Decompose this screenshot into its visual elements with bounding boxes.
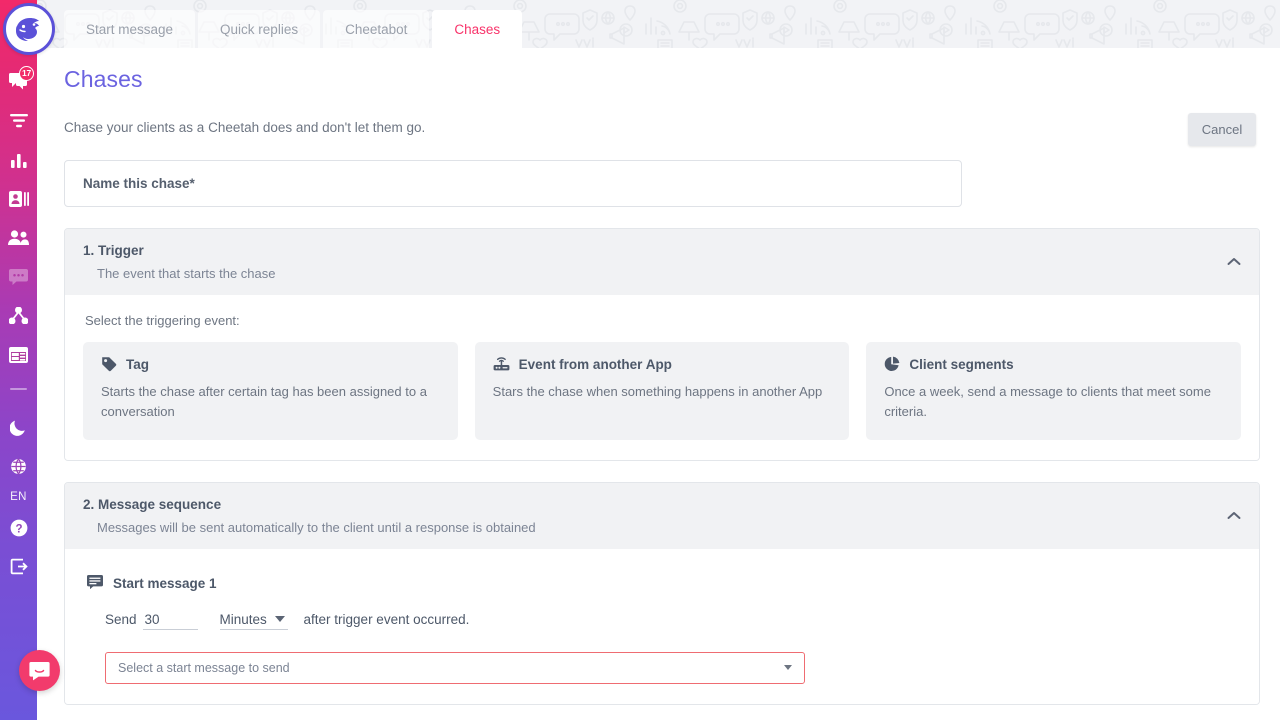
message-sequence-header[interactable]: 2. Message sequence Messages will be sen…	[65, 483, 1259, 549]
sidebar-item-messages[interactable]	[0, 257, 37, 296]
trigger-option-tag[interactable]: Tag Starts the chase after certain tag h…	[83, 342, 458, 440]
tab-label: Cheetabot	[345, 22, 407, 37]
tab-label: Chases	[454, 22, 500, 37]
tag-icon	[101, 356, 117, 372]
sidebar-item-users[interactable]	[0, 218, 37, 257]
svg-text:?: ?	[15, 523, 22, 535]
trigger-option-client-segments[interactable]: Client segments Once a week, send a mess…	[866, 342, 1241, 440]
message-sequence-title: 2. Message sequence	[83, 497, 1241, 512]
start-message-1-header: Start message 1	[87, 575, 1241, 592]
trigger-option-tag-title: Tag	[126, 357, 149, 372]
send-label: Send	[105, 612, 137, 627]
sidebar-item-filter[interactable]	[0, 101, 37, 140]
trigger-section-body: Select the triggering event: Tag Starts …	[65, 295, 1259, 460]
send-delay-row: Send Minutes after trigger event occurre…	[105, 612, 1241, 630]
sidebar-divider	[10, 388, 27, 390]
tab-quick-replies[interactable]: Quick replies	[198, 10, 320, 48]
page-subtitle: Chase your clients as a Cheetah does and…	[64, 120, 1260, 135]
trigger-option-event-title: Event from another App	[519, 357, 672, 372]
message-sequence-section: 2. Message sequence Messages will be sen…	[64, 482, 1260, 705]
trigger-option-segments-head: Client segments	[884, 356, 1225, 372]
intercom-messenger-launcher[interactable]	[19, 650, 60, 691]
trigger-option-event-from-another-app[interactable]: Event from another App Stars the chase w…	[475, 342, 850, 440]
caret-down-icon	[275, 616, 285, 622]
message-icon	[87, 575, 103, 592]
trigger-select-label: Select the triggering event:	[85, 313, 1241, 328]
main-panel: Chases Chase your clients as a Cheetah d…	[37, 48, 1280, 720]
tab-cheetabot[interactable]: Cheetabot	[323, 10, 429, 48]
after-trigger-label: after trigger event occurred.	[304, 612, 470, 627]
trigger-option-event-description: Stars the chase when something happens i…	[493, 382, 834, 402]
trigger-option-segments-description: Once a week, send a message to clients t…	[884, 382, 1225, 422]
tab-start-message[interactable]: Start message	[64, 10, 195, 48]
sidebar-language-label[interactable]: EN	[0, 486, 37, 508]
tab-label: Start message	[86, 22, 173, 37]
trigger-option-event-head: Event from another App	[493, 356, 834, 372]
message-sequence-body: Start message 1 Send Minutes after trigg…	[65, 549, 1259, 704]
page-title: Chases	[64, 66, 1260, 93]
start-message-1-title: Start message 1	[113, 576, 217, 591]
trigger-section-title: 1. Trigger	[83, 243, 1241, 258]
time-unit-select[interactable]: Minutes	[220, 612, 288, 630]
trigger-option-segments-title: Client segments	[909, 357, 1013, 372]
tab-chases[interactable]: Chases	[432, 10, 522, 48]
sidebar-item-contacts[interactable]	[0, 179, 37, 218]
chase-name-field[interactable]	[64, 160, 962, 207]
cancel-button[interactable]: Cancel	[1188, 113, 1256, 146]
app-root: Start message Quick replies Cheetabot Ch…	[0, 0, 1280, 720]
send-delay-input[interactable]	[143, 612, 198, 630]
sidebar-item-dark-mode[interactable]	[0, 408, 37, 447]
sidebar-item-conversations[interactable]: 17	[0, 62, 37, 101]
trigger-section: 1. Trigger The event that starts the cha…	[64, 228, 1260, 461]
sidebar-item-calendar[interactable]	[0, 335, 37, 374]
sidebar-item-flows[interactable]	[0, 296, 37, 335]
tab-bar: Start message Quick replies Cheetabot Ch…	[37, 0, 1280, 48]
chevron-up-icon[interactable]	[1227, 253, 1241, 271]
trigger-option-row: Tag Starts the chase after certain tag h…	[83, 342, 1241, 440]
chase-name-input[interactable]	[81, 175, 945, 192]
conversations-badge: 17	[19, 66, 34, 81]
start-message-select[interactable]: Select a start message to send	[105, 652, 805, 684]
trigger-option-tag-description: Starts the chase after certain tag has b…	[101, 382, 442, 422]
trigger-section-header[interactable]: 1. Trigger The event that starts the cha…	[65, 229, 1259, 295]
router-broadcast-icon	[493, 356, 510, 372]
start-message-select-placeholder: Select a start message to send	[118, 661, 784, 675]
trigger-section-description: The event that starts the chase	[97, 266, 1241, 281]
left-sidebar: 17	[0, 0, 37, 720]
sidebar-item-logout[interactable]	[0, 547, 37, 586]
trigger-option-tag-head: Tag	[101, 356, 442, 372]
sidebar-item-reports[interactable]	[0, 140, 37, 179]
sidebar-item-language[interactable]	[0, 447, 37, 486]
chevron-up-icon[interactable]	[1227, 507, 1241, 525]
cheetah-head-logo[interactable]	[3, 3, 55, 55]
tab-label: Quick replies	[220, 22, 298, 37]
sidebar-item-help[interactable]: ?	[0, 508, 37, 547]
caret-down-icon	[784, 665, 792, 670]
time-unit-value: Minutes	[220, 612, 267, 627]
message-sequence-description: Messages will be sent automatically to t…	[97, 520, 1241, 535]
pie-chart-icon	[884, 356, 900, 372]
